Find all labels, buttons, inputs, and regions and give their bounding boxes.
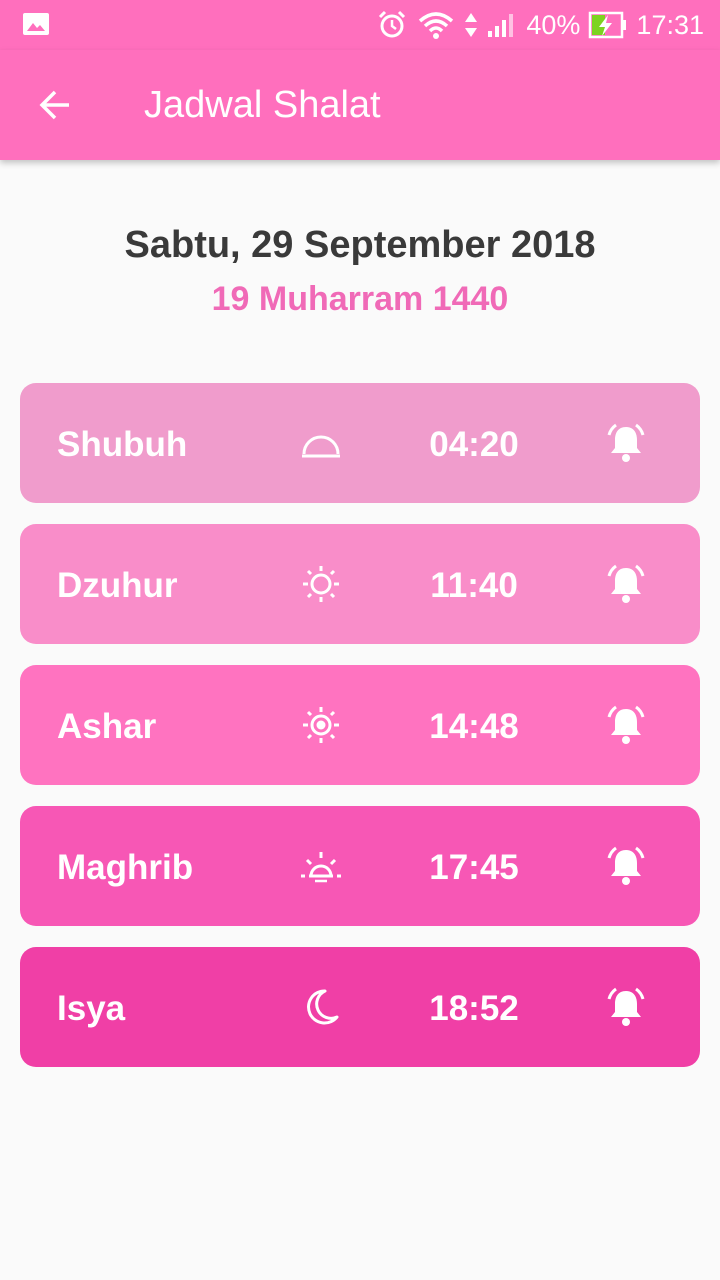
signal-icon (488, 14, 514, 37)
sun-icon (303, 566, 339, 602)
alarm-bell-icon[interactable] (604, 985, 648, 1029)
alarm-clock-icon (379, 10, 406, 38)
prayer-time: 11:40 (430, 566, 518, 605)
alarm-bell-icon[interactable] (604, 562, 648, 606)
hijri-date: 19 Muharram 1440 (211, 280, 509, 318)
prayer-name: Ashar (57, 707, 157, 746)
prayer-card-isya[interactable]: Isya 18:52 (20, 947, 700, 1067)
prayer-name: Dzuhur (57, 566, 178, 605)
image-icon (23, 13, 49, 35)
prayer-name: Isya (57, 989, 126, 1028)
prayer-time: 17:45 (429, 848, 519, 887)
back-button[interactable] (22, 72, 88, 138)
status-time: 17:31 (636, 10, 704, 40)
prayer-card-ashar[interactable]: Ashar 14:48 (20, 665, 700, 785)
data-transfer-icon (465, 13, 478, 37)
status-bar: 40% 17:31 (0, 0, 720, 50)
prayer-time: 18:52 (429, 989, 519, 1028)
prayer-time: 04:20 (429, 425, 519, 464)
battery-charging-icon (589, 11, 627, 39)
sun-bright-icon (303, 707, 339, 743)
prayer-card-maghrib[interactable]: Maghrib 17:45 (20, 806, 700, 926)
dawn-icon (302, 435, 340, 458)
app-bar: Jadwal Shalat (0, 50, 720, 160)
gregorian-date: Sabtu, 29 September 2018 (124, 224, 596, 266)
sunset-icon (301, 852, 341, 883)
prayer-name: Maghrib (57, 848, 194, 887)
alarm-bell-icon[interactable] (604, 844, 648, 888)
alarm-bell-icon[interactable] (604, 703, 648, 747)
page-title: Jadwal Shalat (144, 84, 381, 126)
arrow-back-icon (39, 90, 69, 120)
prayer-card-dzuhur[interactable]: Dzuhur 11:40 (20, 524, 700, 644)
battery-percent: 40% (526, 10, 581, 40)
moon-icon (307, 989, 339, 1025)
alarm-bell-icon[interactable] (604, 421, 648, 465)
prayer-list: Shubuh 04:20 Dzuhur 11:40 Ashar 14:48 Ma… (20, 383, 700, 1088)
prayer-name: Shubuh (57, 425, 188, 464)
prayer-time: 14:48 (429, 707, 519, 746)
prayer-card-shubuh[interactable]: Shubuh 04:20 (20, 383, 700, 503)
wifi-icon (419, 12, 454, 39)
